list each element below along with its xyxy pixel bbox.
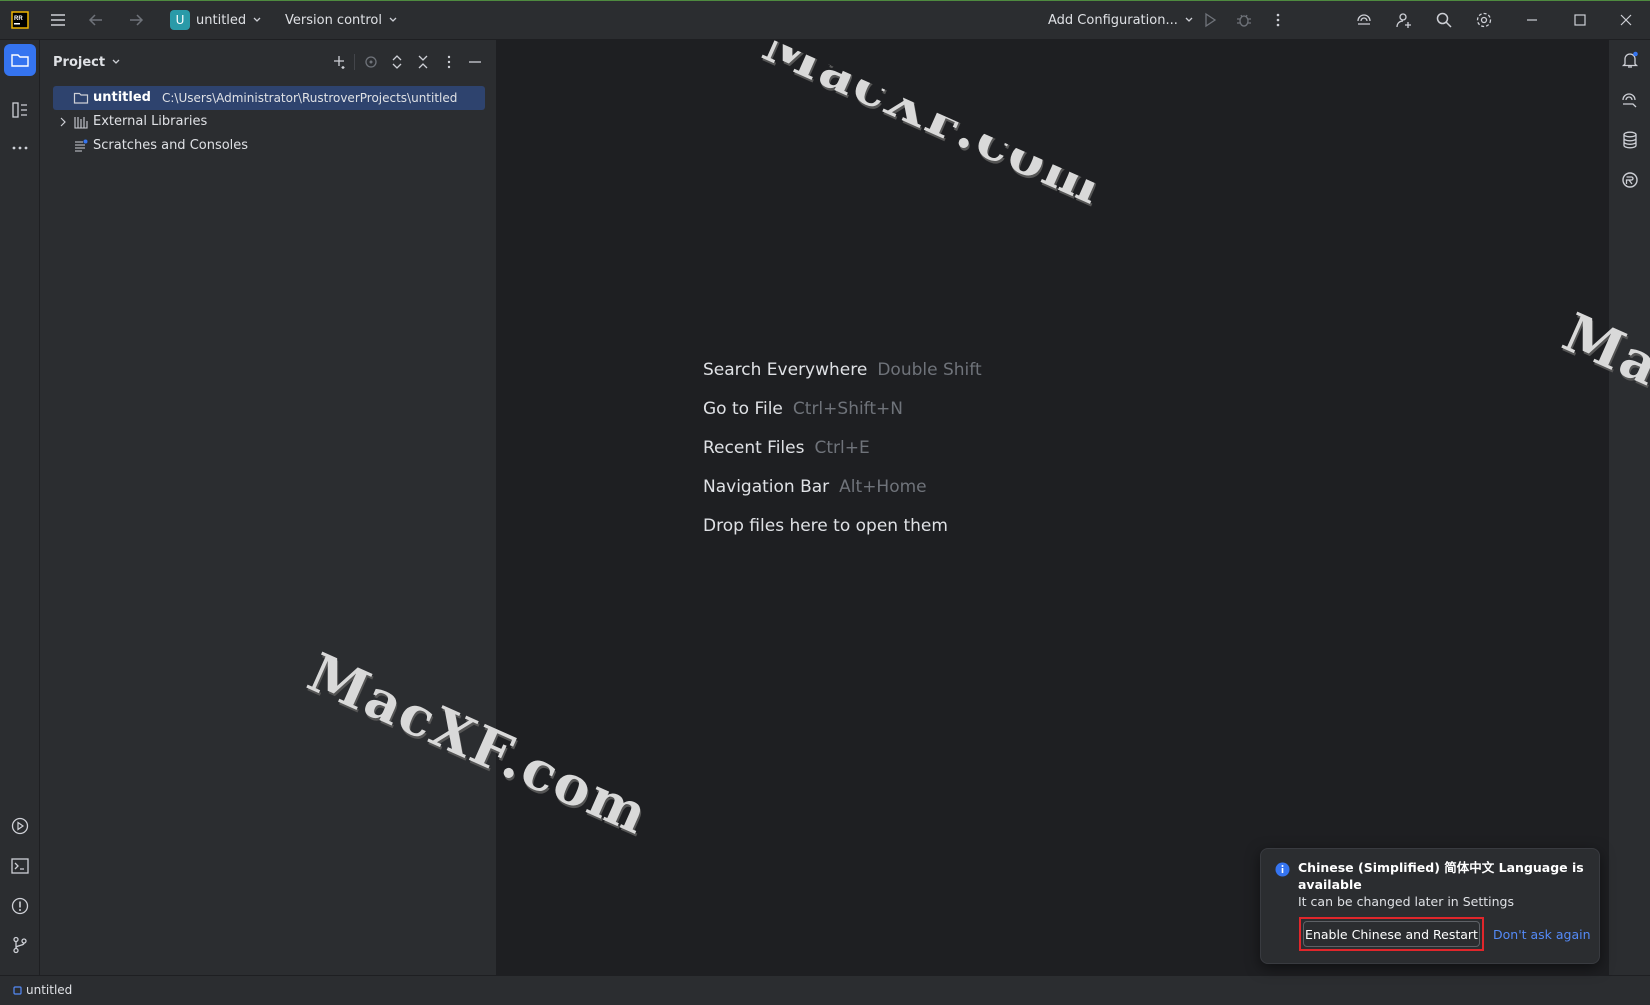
- rust-button[interactable]: [1614, 164, 1646, 196]
- project-tool-button[interactable]: [4, 44, 36, 76]
- folder-icon: [11, 54, 29, 67]
- gear-icon[interactable]: [1472, 8, 1496, 32]
- hide-icon[interactable]: [463, 50, 487, 74]
- version-control-widget[interactable]: Version control: [285, 8, 398, 32]
- chevron-down-icon: [112, 59, 120, 64]
- run-tool-icon: [11, 817, 29, 835]
- tree-item-name: Scratches and Consoles: [93, 138, 249, 153]
- notification-title: Chinese (Simplified) 简体中文 Language is av…: [1298, 860, 1584, 892]
- tree-item-name: untitled: [93, 90, 151, 105]
- left-tool-stripe: [0, 40, 40, 975]
- toolbar-separator: [354, 54, 355, 70]
- svg-text:RR: RR: [14, 16, 23, 22]
- ai-assistant-icon[interactable]: [1352, 8, 1376, 32]
- hint-search-everywhere: Search Everywhere Double Shift: [703, 360, 982, 380]
- info-icon: [1275, 862, 1290, 877]
- chevron-down-icon: [253, 17, 261, 22]
- terminal-icon: [11, 858, 29, 874]
- hint-go-to-file: Go to File Ctrl+Shift+N: [703, 399, 903, 419]
- project-widget[interactable]: U untitled: [170, 8, 262, 32]
- debug-icon[interactable]: [1232, 8, 1256, 32]
- database-button[interactable]: [1614, 124, 1646, 156]
- notifications-button[interactable]: [1614, 44, 1646, 76]
- search-icon[interactable]: [1432, 8, 1456, 32]
- git-icon: [13, 936, 27, 954]
- more-tools-button[interactable]: [4, 132, 36, 164]
- close-icon[interactable]: [1614, 8, 1638, 32]
- hint-shortcut: Ctrl+Shift+N: [792, 399, 903, 419]
- hint-label: Recent Files: [703, 438, 805, 458]
- hint-label: Search Everywhere: [703, 360, 868, 380]
- tree-item-name: External Libraries: [93, 114, 208, 129]
- hint-label: Navigation Bar: [703, 477, 830, 497]
- chevron-down-icon: [1185, 17, 1193, 22]
- folder-icon: [73, 92, 89, 104]
- dont-ask-again-link[interactable]: Don't ask again: [1493, 927, 1591, 942]
- tree-row[interactable]: External Libraries: [53, 110, 485, 134]
- hint-shortcut: Double Shift: [877, 360, 982, 380]
- locate-icon[interactable]: [359, 50, 383, 74]
- git-tool-button[interactable]: [4, 929, 36, 961]
- app-logo-icon[interactable]: RR: [8, 8, 32, 32]
- hint-shortcut: Alt+Home: [839, 477, 927, 497]
- project-name: untitled: [196, 12, 247, 28]
- hint-navigation-bar: Navigation Bar Alt+Home: [703, 477, 927, 497]
- hint-label: Drop files here to open them: [703, 516, 948, 536]
- structure-tool-button[interactable]: [4, 94, 36, 126]
- version-control-label: Version control: [285, 12, 382, 28]
- collapse-all-icon[interactable]: [411, 50, 435, 74]
- chat-icon: [1622, 93, 1637, 108]
- scratches-icon: [75, 139, 88, 152]
- forward-arrow-icon[interactable]: [124, 8, 148, 32]
- problems-icon: [11, 897, 29, 915]
- tree-row[interactable]: untitled C:\Users\Administrator\Rustrove…: [53, 86, 485, 110]
- enable-chinese-button[interactable]: Enable Chinese and Restart: [1303, 921, 1480, 947]
- more-vertical-icon[interactable]: [437, 50, 461, 74]
- highlight-box: Enable Chinese and Restart: [1299, 917, 1484, 951]
- library-icon: [74, 117, 88, 129]
- chevron-right-icon: [60, 117, 66, 127]
- project-panel: Project untitled C:\Users\Administrator\…: [41, 40, 497, 975]
- right-tool-stripe: [1608, 40, 1650, 975]
- hint-recent-files: Recent Files Ctrl+E: [703, 438, 870, 458]
- project-square-icon: [13, 986, 22, 995]
- project-panel-title: Project: [53, 54, 106, 70]
- hint-shortcut: Ctrl+E: [814, 438, 870, 458]
- problems-tool-button[interactable]: [4, 890, 36, 922]
- run-configuration-widget[interactable]: Add Configuration...: [1048, 8, 1194, 32]
- run-icon[interactable]: [1198, 8, 1222, 32]
- notification-body: It can be changed later in Settings: [1298, 894, 1514, 909]
- run-config-label: Add Configuration...: [1048, 12, 1178, 28]
- main-menu-icon[interactable]: [46, 8, 70, 32]
- plus-icon[interactable]: [327, 50, 351, 74]
- structure-icon: [12, 102, 27, 118]
- status-project-name[interactable]: untitled: [26, 983, 72, 997]
- rust-icon: [1622, 172, 1638, 188]
- language-notification: Chinese (Simplified) 简体中文 Language is av…: [1260, 848, 1600, 964]
- project-view-selector[interactable]: Project: [53, 52, 121, 72]
- title-bar: RR U untitled Version control Add Config…: [0, 0, 1650, 40]
- add-user-icon[interactable]: [1392, 8, 1416, 32]
- maximize-icon[interactable]: [1568, 8, 1592, 32]
- database-icon: [1623, 131, 1637, 149]
- chevron-down-icon: [389, 17, 397, 22]
- run-tool-button[interactable]: [4, 810, 36, 842]
- project-badge: U: [170, 10, 190, 30]
- tree-item-path: C:\Users\Administrator\RustroverProjects…: [162, 91, 458, 105]
- ai-chat-button[interactable]: [1614, 84, 1646, 116]
- back-arrow-icon[interactable]: [84, 8, 108, 32]
- terminal-tool-button[interactable]: [4, 850, 36, 882]
- hint-label: Go to File: [703, 399, 783, 419]
- tree-row[interactable]: Scratches and Consoles: [53, 134, 485, 158]
- more-horizontal-icon: [12, 146, 28, 150]
- expand-all-icon[interactable]: [385, 50, 409, 74]
- bell-icon: [1621, 51, 1639, 68]
- status-bar: untitled: [0, 975, 1650, 1005]
- hint-drop-files: Drop files here to open them: [703, 516, 948, 536]
- minimize-icon[interactable]: [1520, 8, 1544, 32]
- more-vertical-icon[interactable]: [1266, 8, 1290, 32]
